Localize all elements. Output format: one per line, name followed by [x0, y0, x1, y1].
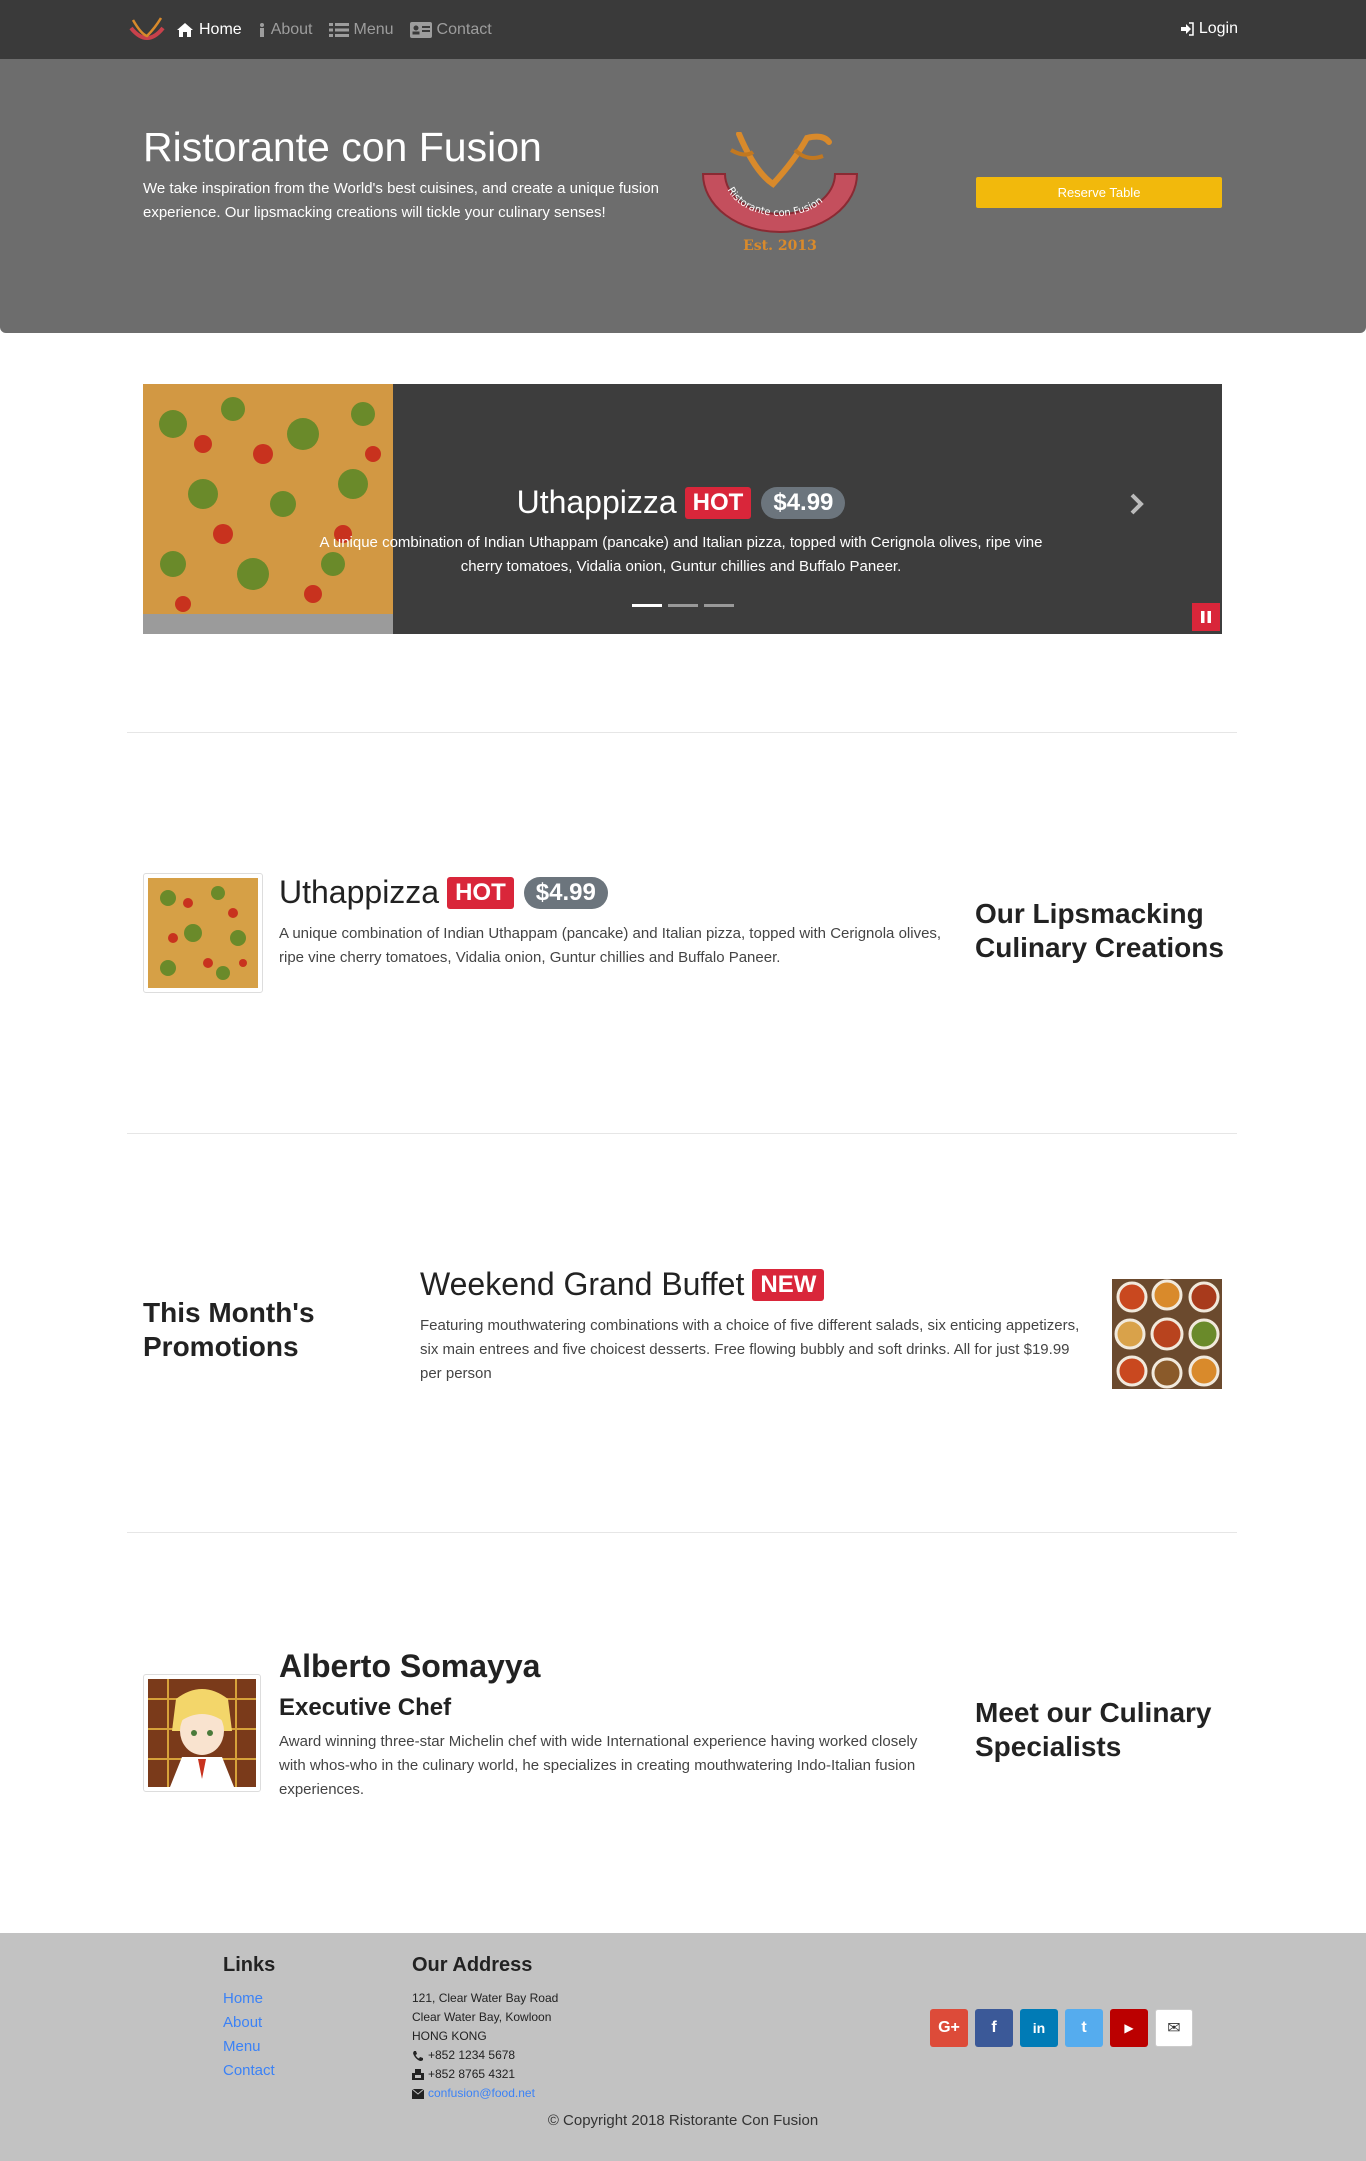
- sign-in-icon: [1180, 22, 1194, 36]
- carousel-description: A unique combination of Indian Uthappam …: [319, 534, 1043, 575]
- footer-phone: +852 1234 5678: [428, 2048, 516, 2062]
- nav-contact[interactable]: Contact: [409, 20, 492, 39]
- address-line: Clear Water Bay, Kowloon: [412, 2010, 552, 2024]
- carousel-indicator[interactable]: [668, 604, 698, 607]
- logo-est: Est. 2013: [743, 238, 817, 254]
- carousel-indicator[interactable]: [632, 604, 662, 607]
- price-badge: $4.99: [523, 876, 608, 909]
- fax-icon: [412, 2068, 424, 2080]
- buffet-image: [1112, 1279, 1222, 1389]
- carousel-pause-button[interactable]: [1192, 603, 1220, 631]
- dish-description: A unique combination of Indian Uthappam …: [279, 925, 942, 966]
- address-line: 121, Clear Water Bay Road: [412, 1991, 559, 2005]
- chef-avatar: [148, 1679, 256, 1787]
- footer-link-menu[interactable]: Menu: [223, 2035, 275, 2059]
- hot-badge: HOT: [447, 876, 514, 909]
- dish-title: Uthappizza: [279, 874, 440, 910]
- footer-address-heading: Our Address: [412, 1954, 533, 1976]
- linkedin-icon[interactable]: in: [1020, 2009, 1058, 2047]
- dish-heading: Uthappizza HOT $4.99: [279, 874, 608, 911]
- price-badge: $4.99: [761, 486, 846, 519]
- footer-link-home[interactable]: Home: [223, 1987, 275, 2011]
- home-icon: [177, 22, 193, 37]
- facebook-icon[interactable]: f: [975, 2009, 1013, 2047]
- footer-links-heading: Links: [223, 1954, 276, 1976]
- footer-address: 121, Clear Water Bay Road Clear Water Ba…: [412, 1989, 558, 2103]
- nav-home-label: Home: [199, 20, 242, 38]
- footer-links: Home About Menu Contact: [223, 1987, 275, 2083]
- leaders-section-heading: Meet our Culinary Specialists: [975, 1697, 1212, 1762]
- nav-home[interactable]: Home: [176, 21, 242, 39]
- footer-fax: +852 8765 4321: [428, 2067, 516, 2081]
- new-badge: NEW: [752, 1268, 825, 1301]
- restaurant-logo: Ristorante con Fusion Est. 2013: [701, 132, 859, 254]
- section-divider: [127, 1532, 1237, 1533]
- carousel-indicators: [632, 604, 740, 607]
- envelope-icon: [412, 2088, 424, 2099]
- promotions-section-heading: This Month's Promotions: [143, 1297, 315, 1362]
- leader-name: Alberto Somayya: [279, 1648, 541, 1684]
- dish-thumbnail: [143, 873, 263, 993]
- address-card-icon: [409, 21, 432, 38]
- dishes-section-heading: Our Lipsmacking Culinary Creations: [975, 898, 1224, 963]
- reserve-table-button[interactable]: Reserve Table: [976, 177, 1222, 208]
- footer-link-about[interactable]: About: [223, 2011, 275, 2035]
- login-label: Login: [1198, 20, 1238, 37]
- twitter-icon[interactable]: t: [1065, 2009, 1103, 2047]
- carousel-title: Uthappizza: [516, 484, 677, 520]
- login-button[interactable]: Login: [1180, 20, 1238, 38]
- google-plus-icon[interactable]: G+: [930, 2009, 968, 2047]
- jumbotron: Ristorante con Fusion We take inspiratio…: [0, 59, 1366, 333]
- hot-badge: HOT: [684, 486, 752, 519]
- mail-icon[interactable]: ✉: [1155, 2009, 1193, 2047]
- youtube-icon[interactable]: ▶: [1110, 2009, 1148, 2047]
- leader-thumbnail: [143, 1674, 261, 1792]
- address-line: HONG KONG: [412, 2029, 487, 2043]
- leader-role: Executive Chef: [279, 1694, 452, 1721]
- nav-contact-label: Contact: [436, 20, 492, 38]
- list-icon: [328, 22, 349, 37]
- promotion-description: Featuring mouthwatering combinations wit…: [420, 1317, 1080, 1382]
- copyright: © Copyright 2018 Ristorante Con Fusion: [547, 2112, 819, 2129]
- footer: Links Home About Menu Contact Our Addres…: [0, 1933, 1366, 2161]
- nav-about[interactable]: About: [258, 21, 313, 39]
- promotion-heading: Weekend Grand Buffet NEW: [420, 1266, 825, 1303]
- navbar: Home About Menu Contact Login: [0, 0, 1366, 59]
- nav-about-label: About: [270, 20, 313, 38]
- info-icon: [259, 22, 264, 37]
- phone-icon: [413, 2050, 423, 2061]
- chevron-right-icon[interactable]: [1129, 492, 1145, 516]
- social-buttons: G+ f in t ▶ ✉: [930, 2009, 1200, 2047]
- nav-menu[interactable]: Menu: [328, 20, 394, 39]
- footer-link-contact[interactable]: Contact: [223, 2059, 275, 2083]
- promotion-title: Weekend Grand Buffet: [420, 1266, 745, 1302]
- dish-pizza-image: [148, 878, 258, 988]
- brand-logo[interactable]: [127, 14, 167, 46]
- footer-email-link[interactable]: confusion@food.net: [428, 2084, 535, 2103]
- carousel: Uthappizza HOT $4.99 A unique combinatio…: [143, 384, 1222, 634]
- pause-icon: [1201, 611, 1211, 623]
- restaurant-tagline: We take inspiration from the World's bes…: [143, 180, 659, 221]
- section-divider: [127, 1133, 1237, 1134]
- leader-description: Award winning three-star Michelin chef w…: [279, 1733, 918, 1798]
- carousel-indicator[interactable]: [704, 604, 734, 607]
- restaurant-title: Ristorante con Fusion: [143, 124, 542, 170]
- carousel-caption: Uthappizza HOT $4.99 A unique combinatio…: [301, 484, 1061, 579]
- nav-menu-label: Menu: [353, 20, 394, 38]
- section-divider: [127, 732, 1237, 733]
